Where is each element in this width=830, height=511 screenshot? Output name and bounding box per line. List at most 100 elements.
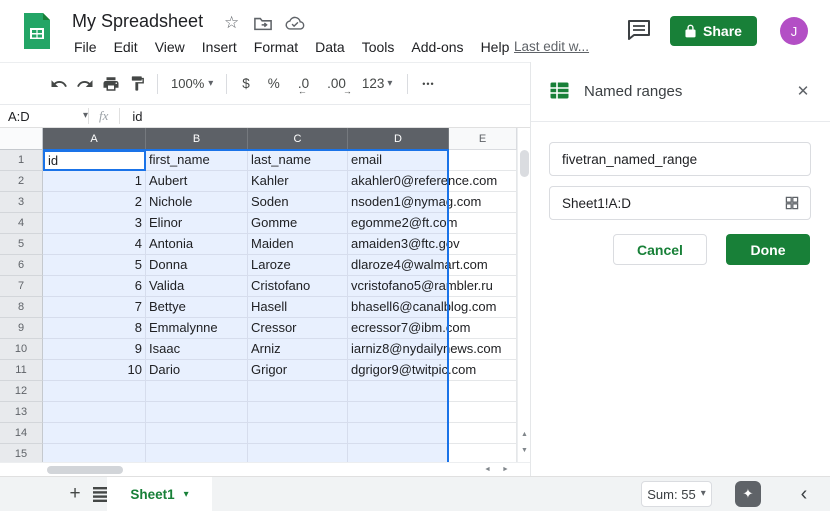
- cell-B11[interactable]: Dario: [146, 360, 248, 381]
- name-box[interactable]: A:D ▾: [0, 109, 88, 124]
- cell-C5[interactable]: Maiden: [248, 234, 348, 255]
- cell-C2[interactable]: Kahler: [248, 171, 348, 192]
- cell-B3[interactable]: Nichole: [146, 192, 248, 213]
- format-currency-button[interactable]: $: [234, 76, 258, 91]
- cloud-saved-icon[interactable]: [285, 16, 305, 35]
- cell-B9[interactable]: Emmalynne: [146, 318, 248, 339]
- row-header-4[interactable]: 4: [0, 213, 43, 234]
- row-header-15[interactable]: 15: [0, 444, 43, 462]
- cell-D2[interactable]: akahler0@reference.com: [348, 171, 449, 192]
- menu-file[interactable]: File: [72, 38, 99, 56]
- cell-A2[interactable]: 1: [43, 171, 146, 192]
- spreadsheet-grid[interactable]: ABCDE1idfirst_namelast_nameemail21Aubert…: [0, 128, 517, 462]
- zoom-control[interactable]: 100% ▾: [165, 76, 219, 91]
- cell-B8[interactable]: Bettye: [146, 297, 248, 318]
- row-header-8[interactable]: 8: [0, 297, 43, 318]
- scroll-right-icon[interactable]: ►: [499, 466, 512, 473]
- cell-D15[interactable]: [348, 444, 449, 462]
- cell-C4[interactable]: Gomme: [248, 213, 348, 234]
- more-options-icon[interactable]: •••: [415, 71, 441, 97]
- menu-format[interactable]: Format: [252, 38, 300, 56]
- menu-data[interactable]: Data: [313, 38, 347, 56]
- row-header-9[interactable]: 9: [0, 318, 43, 339]
- formula-input[interactable]: id: [120, 109, 142, 124]
- row-header-5[interactable]: 5: [0, 234, 43, 255]
- row-header-6[interactable]: 6: [0, 255, 43, 276]
- column-header-A[interactable]: A: [43, 128, 146, 150]
- cell-C13[interactable]: [248, 402, 348, 423]
- add-sheet-icon[interactable]: +: [62, 481, 88, 507]
- cell-A13[interactable]: [43, 402, 146, 423]
- cell-D11[interactable]: dgrigor9@twitpic.com: [348, 360, 449, 381]
- cell-A8[interactable]: 7: [43, 297, 146, 318]
- cell-B12[interactable]: [146, 381, 248, 402]
- row-header-13[interactable]: 13: [0, 402, 43, 423]
- row-header-11[interactable]: 11: [0, 360, 43, 381]
- star-icon[interactable]: ☆: [224, 14, 239, 32]
- cell-B1[interactable]: first_name: [146, 150, 248, 171]
- cell-A10[interactable]: 9: [43, 339, 146, 360]
- cell-C15[interactable]: [248, 444, 348, 462]
- cell-A5[interactable]: 4: [43, 234, 146, 255]
- range-ref-input[interactable]: [550, 196, 784, 211]
- comment-history-icon[interactable]: [627, 19, 651, 46]
- cell-D3[interactable]: nsoden1@nymag.com: [348, 192, 449, 213]
- cell-B15[interactable]: [146, 444, 248, 462]
- cell-C14[interactable]: [248, 423, 348, 444]
- sheet-tab[interactable]: Sheet1 ▾: [107, 477, 212, 511]
- row-header-1[interactable]: 1: [0, 150, 43, 171]
- cell-D6[interactable]: dlaroze4@walmart.com: [348, 255, 449, 276]
- row-header-7[interactable]: 7: [0, 276, 43, 297]
- menu-view[interactable]: View: [153, 38, 187, 56]
- menu-addons[interactable]: Add-ons: [409, 38, 465, 56]
- cell-C1[interactable]: last_name: [248, 150, 348, 171]
- cell-D4[interactable]: egomme2@ft.com: [348, 213, 449, 234]
- decrease-decimal-button[interactable]: .0←: [290, 76, 317, 91]
- cell-A9[interactable]: 8: [43, 318, 146, 339]
- collapse-panel-icon[interactable]: ‹: [790, 480, 818, 508]
- cell-E14[interactable]: [449, 423, 517, 444]
- cell-D12[interactable]: [348, 381, 449, 402]
- cell-E15[interactable]: [449, 444, 517, 462]
- cell-A14[interactable]: [43, 423, 146, 444]
- cell-A7[interactable]: 6: [43, 276, 146, 297]
- done-button[interactable]: Done: [726, 234, 810, 265]
- cell-A4[interactable]: 3: [43, 213, 146, 234]
- cell-C9[interactable]: Cressor: [248, 318, 348, 339]
- cell-D9[interactable]: ecressor7@ibm.com: [348, 318, 449, 339]
- cell-B4[interactable]: Elinor: [146, 213, 248, 234]
- cell-D5[interactable]: amaiden3@ftc.gov: [348, 234, 449, 255]
- sheets-logo-icon[interactable]: [22, 11, 52, 56]
- vertical-scrollbar-thumb[interactable]: [520, 150, 529, 177]
- cell-C10[interactable]: Arniz: [248, 339, 348, 360]
- print-icon[interactable]: [98, 71, 124, 97]
- scroll-left-icon[interactable]: ◄: [481, 466, 494, 473]
- cell-A15[interactable]: [43, 444, 146, 462]
- document-title[interactable]: My Spreadsheet: [72, 11, 203, 32]
- cell-D13[interactable]: [348, 402, 449, 423]
- menu-edit[interactable]: Edit: [112, 38, 140, 56]
- cell-D7[interactable]: vcristofano5@rambler.ru: [348, 276, 449, 297]
- cell-D8[interactable]: bhasell6@canalblog.com: [348, 297, 449, 318]
- cell-A3[interactable]: 2: [43, 192, 146, 213]
- cell-B7[interactable]: Valida: [146, 276, 248, 297]
- paint-format-icon[interactable]: [124, 71, 150, 97]
- undo-icon[interactable]: [46, 71, 72, 97]
- cell-B14[interactable]: [146, 423, 248, 444]
- cell-E12[interactable]: [449, 381, 517, 402]
- cell-C8[interactable]: Hasell: [248, 297, 348, 318]
- cell-C3[interactable]: Soden: [248, 192, 348, 213]
- cell-B13[interactable]: [146, 402, 248, 423]
- cell-D1[interactable]: email: [348, 150, 449, 171]
- cell-A11[interactable]: 10: [43, 360, 146, 381]
- menu-insert[interactable]: Insert: [200, 38, 239, 56]
- cell-C6[interactable]: Laroze: [248, 255, 348, 276]
- cell-A6[interactable]: 5: [43, 255, 146, 276]
- row-header-12[interactable]: 12: [0, 381, 43, 402]
- number-format-button[interactable]: 123 ▾: [354, 76, 401, 91]
- select-data-range-icon[interactable]: [784, 195, 800, 211]
- vertical-scrollbar[interactable]: ▲ ▼: [517, 128, 530, 462]
- row-header-2[interactable]: 2: [0, 171, 43, 192]
- cell-E4[interactable]: [449, 213, 517, 234]
- last-edit-link[interactable]: Last edit w...: [514, 39, 589, 54]
